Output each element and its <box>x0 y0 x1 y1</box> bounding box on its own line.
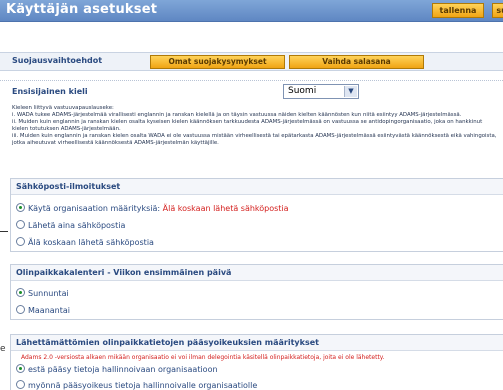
radio-selected-icon[interactable] <box>16 364 25 373</box>
whereabouts-option-label: estä pääsy tietoja hallinnoivaan organis… <box>28 365 218 374</box>
radio-icon[interactable] <box>16 220 25 229</box>
email-option-org[interactable]: Käytä organisaation määrityksiä: Älä kos… <box>16 203 289 213</box>
whereabouts-option-grant[interactable]: myönnä pääsyoikeus tietoja hallinnoivall… <box>16 380 257 390</box>
radio-icon[interactable] <box>16 237 25 246</box>
email-option-label: Käytä organisaation määrityksiä: <box>28 204 163 213</box>
disclaimer-line: Kieleen liittyvä vastuuvapauslauseke: <box>12 105 114 111</box>
language-disclaimer: Kieleen liittyvä vastuuvapauslauseke: i.… <box>12 105 498 147</box>
email-option-never[interactable]: Älä koskaan lähetä sähköpostia <box>16 237 154 247</box>
close-button[interactable]: sulje <box>492 3 503 18</box>
save-button[interactable]: tallenna <box>432 3 484 18</box>
email-option-label: Älä koskaan lähetä sähköpostia <box>28 238 154 247</box>
margin-letter: e <box>0 344 6 354</box>
change-password-button[interactable]: Vaihda salasana <box>289 55 424 69</box>
email-option-emphasis: Älä koskaan lähetä sähköpostia <box>162 204 289 213</box>
whereabouts-heading: Lähettämättömien olinpaikkatietojen pääs… <box>11 335 503 351</box>
language-section: Ensisijainen kieli Suomi ▼ Kieleen liitt… <box>0 80 503 176</box>
calendar-option-label: Maanantai <box>28 306 71 315</box>
calendar-option-monday[interactable]: Maanantai <box>16 305 70 315</box>
email-option-label: Lähetä aina sähköpostia <box>28 221 126 230</box>
disclaimer-line: ii. Muiden kuin englannin ja ranskan kie… <box>12 119 483 132</box>
own-security-questions-button[interactable]: Omat suojakysymykset <box>150 55 285 69</box>
language-heading: Ensisijainen kieli <box>12 87 88 96</box>
security-options-bar: Suojausvaihtoehdot Omat suojakysymykset … <box>0 52 503 71</box>
calendar-section: Olinpaikkakalenteri - Viikon ensimmäinen… <box>10 264 503 320</box>
security-options-label: Suojausvaihtoehdot <box>12 56 103 65</box>
disclaimer-line: i. WADA tukee ADAMS-järjestelmää viralli… <box>12 112 462 118</box>
margin-dash <box>0 231 8 232</box>
calendar-option-label: Sunnuntai <box>28 289 69 298</box>
language-select-value: Suomi <box>288 86 317 96</box>
email-notifications-section: Sähköposti-ilmoitukset Käytä organisaati… <box>10 178 503 252</box>
email-option-always[interactable]: Lähetä aina sähköpostia <box>16 220 125 230</box>
calendar-option-sunday[interactable]: Sunnuntai <box>16 288 69 298</box>
language-select[interactable]: Suomi ▼ <box>283 84 359 99</box>
title-bar: Käyttäjän asetukset tallenna sulje <box>0 0 503 22</box>
window-title: Käyttäjän asetukset <box>6 2 158 17</box>
radio-selected-icon[interactable] <box>16 288 25 297</box>
chevron-down-icon: ▼ <box>344 86 357 97</box>
whereabouts-notice: Adams 2.0 -versiosta alkaen mikään organ… <box>21 354 385 361</box>
whereabouts-access-section: Lähettämättömien olinpaikkatietojen pääs… <box>10 334 503 390</box>
calendar-heading: Olinpaikkakalenteri - Viikon ensimmäinen… <box>11 265 503 281</box>
radio-icon[interactable] <box>16 380 25 389</box>
whereabouts-option-block[interactable]: estä pääsy tietoja hallinnoivaan organis… <box>16 364 218 374</box>
radio-icon[interactable] <box>16 305 25 314</box>
email-notifications-heading: Sähköposti-ilmoitukset <box>11 179 503 195</box>
disclaimer-line: iii. Muiden kuin englannin ja ranskan ki… <box>12 133 497 146</box>
radio-selected-icon[interactable] <box>16 203 25 212</box>
whereabouts-option-label: myönnä pääsyoikeus tietoja hallinnoivall… <box>28 381 258 390</box>
